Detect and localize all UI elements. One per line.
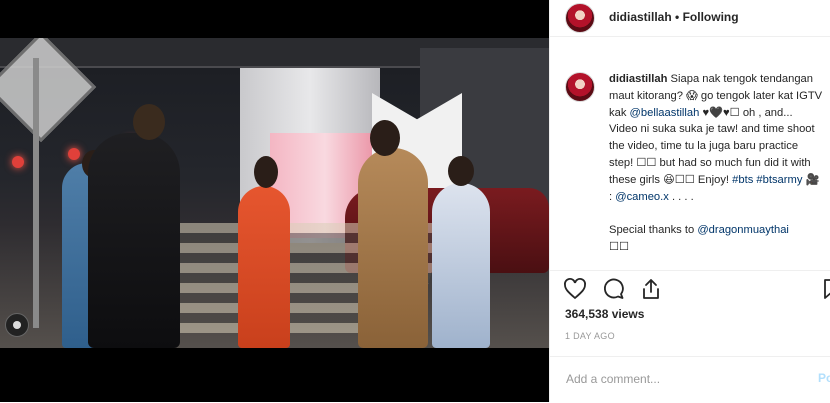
dancer-head [448,156,474,186]
follow-status[interactable]: Following [683,10,739,24]
caption-text: didiastillah Siapa nak tengok tendangan … [609,71,824,256]
username-link[interactable]: didiastillah [609,10,672,24]
hashtag-link[interactable]: #bts [732,174,753,186]
tagged-user-icon[interactable] [5,313,29,337]
caption-area: didiastillah Siapa nak tengok tendangan … [550,62,830,270]
bookmark-icon[interactable] [820,277,830,301]
caption-part: ☐☐ [609,240,630,253]
dancer [432,183,490,348]
video-player[interactable] [0,0,549,402]
avatar[interactable] [565,3,595,33]
mention-link[interactable]: @bellaastillah [630,107,700,119]
dancer-head [133,104,165,140]
traffic-light [12,156,24,168]
action-bar [550,270,830,307]
dancer [358,148,428,348]
dancer [238,186,290,348]
comment-bar: Po [550,356,830,403]
dancer-head [370,120,400,156]
separator-dot: • [675,10,680,24]
comment-icon[interactable] [601,277,625,301]
mention-link[interactable]: @cameo.x [615,191,669,203]
post-panel: didiastillah • Following didiastillah Si… [549,0,830,402]
caption-username[interactable]: didiastillah [609,73,667,85]
post-button[interactable]: Po [818,371,830,385]
hashtag-link[interactable]: #btsarmy [756,174,802,186]
header-user: didiastillah • Following [609,10,739,24]
avatar[interactable] [565,72,595,102]
caption-part: . . . . [671,190,694,203]
video-frame[interactable] [0,38,549,348]
heart-icon[interactable] [563,277,587,301]
timestamp[interactable]: 1 DAY AGO [565,331,615,341]
dancer [88,133,180,348]
traffic-light [68,148,80,160]
mention-link[interactable]: @dragonmuaythai [697,224,789,236]
post-header: didiastillah • Following [550,0,830,37]
comment-input[interactable] [564,371,788,387]
view-count[interactable]: 364,538 views [565,307,644,321]
dancer-head [254,156,278,188]
share-icon[interactable] [639,277,663,301]
caption-part: Special thanks to [609,224,695,237]
sign-pole [33,58,39,328]
